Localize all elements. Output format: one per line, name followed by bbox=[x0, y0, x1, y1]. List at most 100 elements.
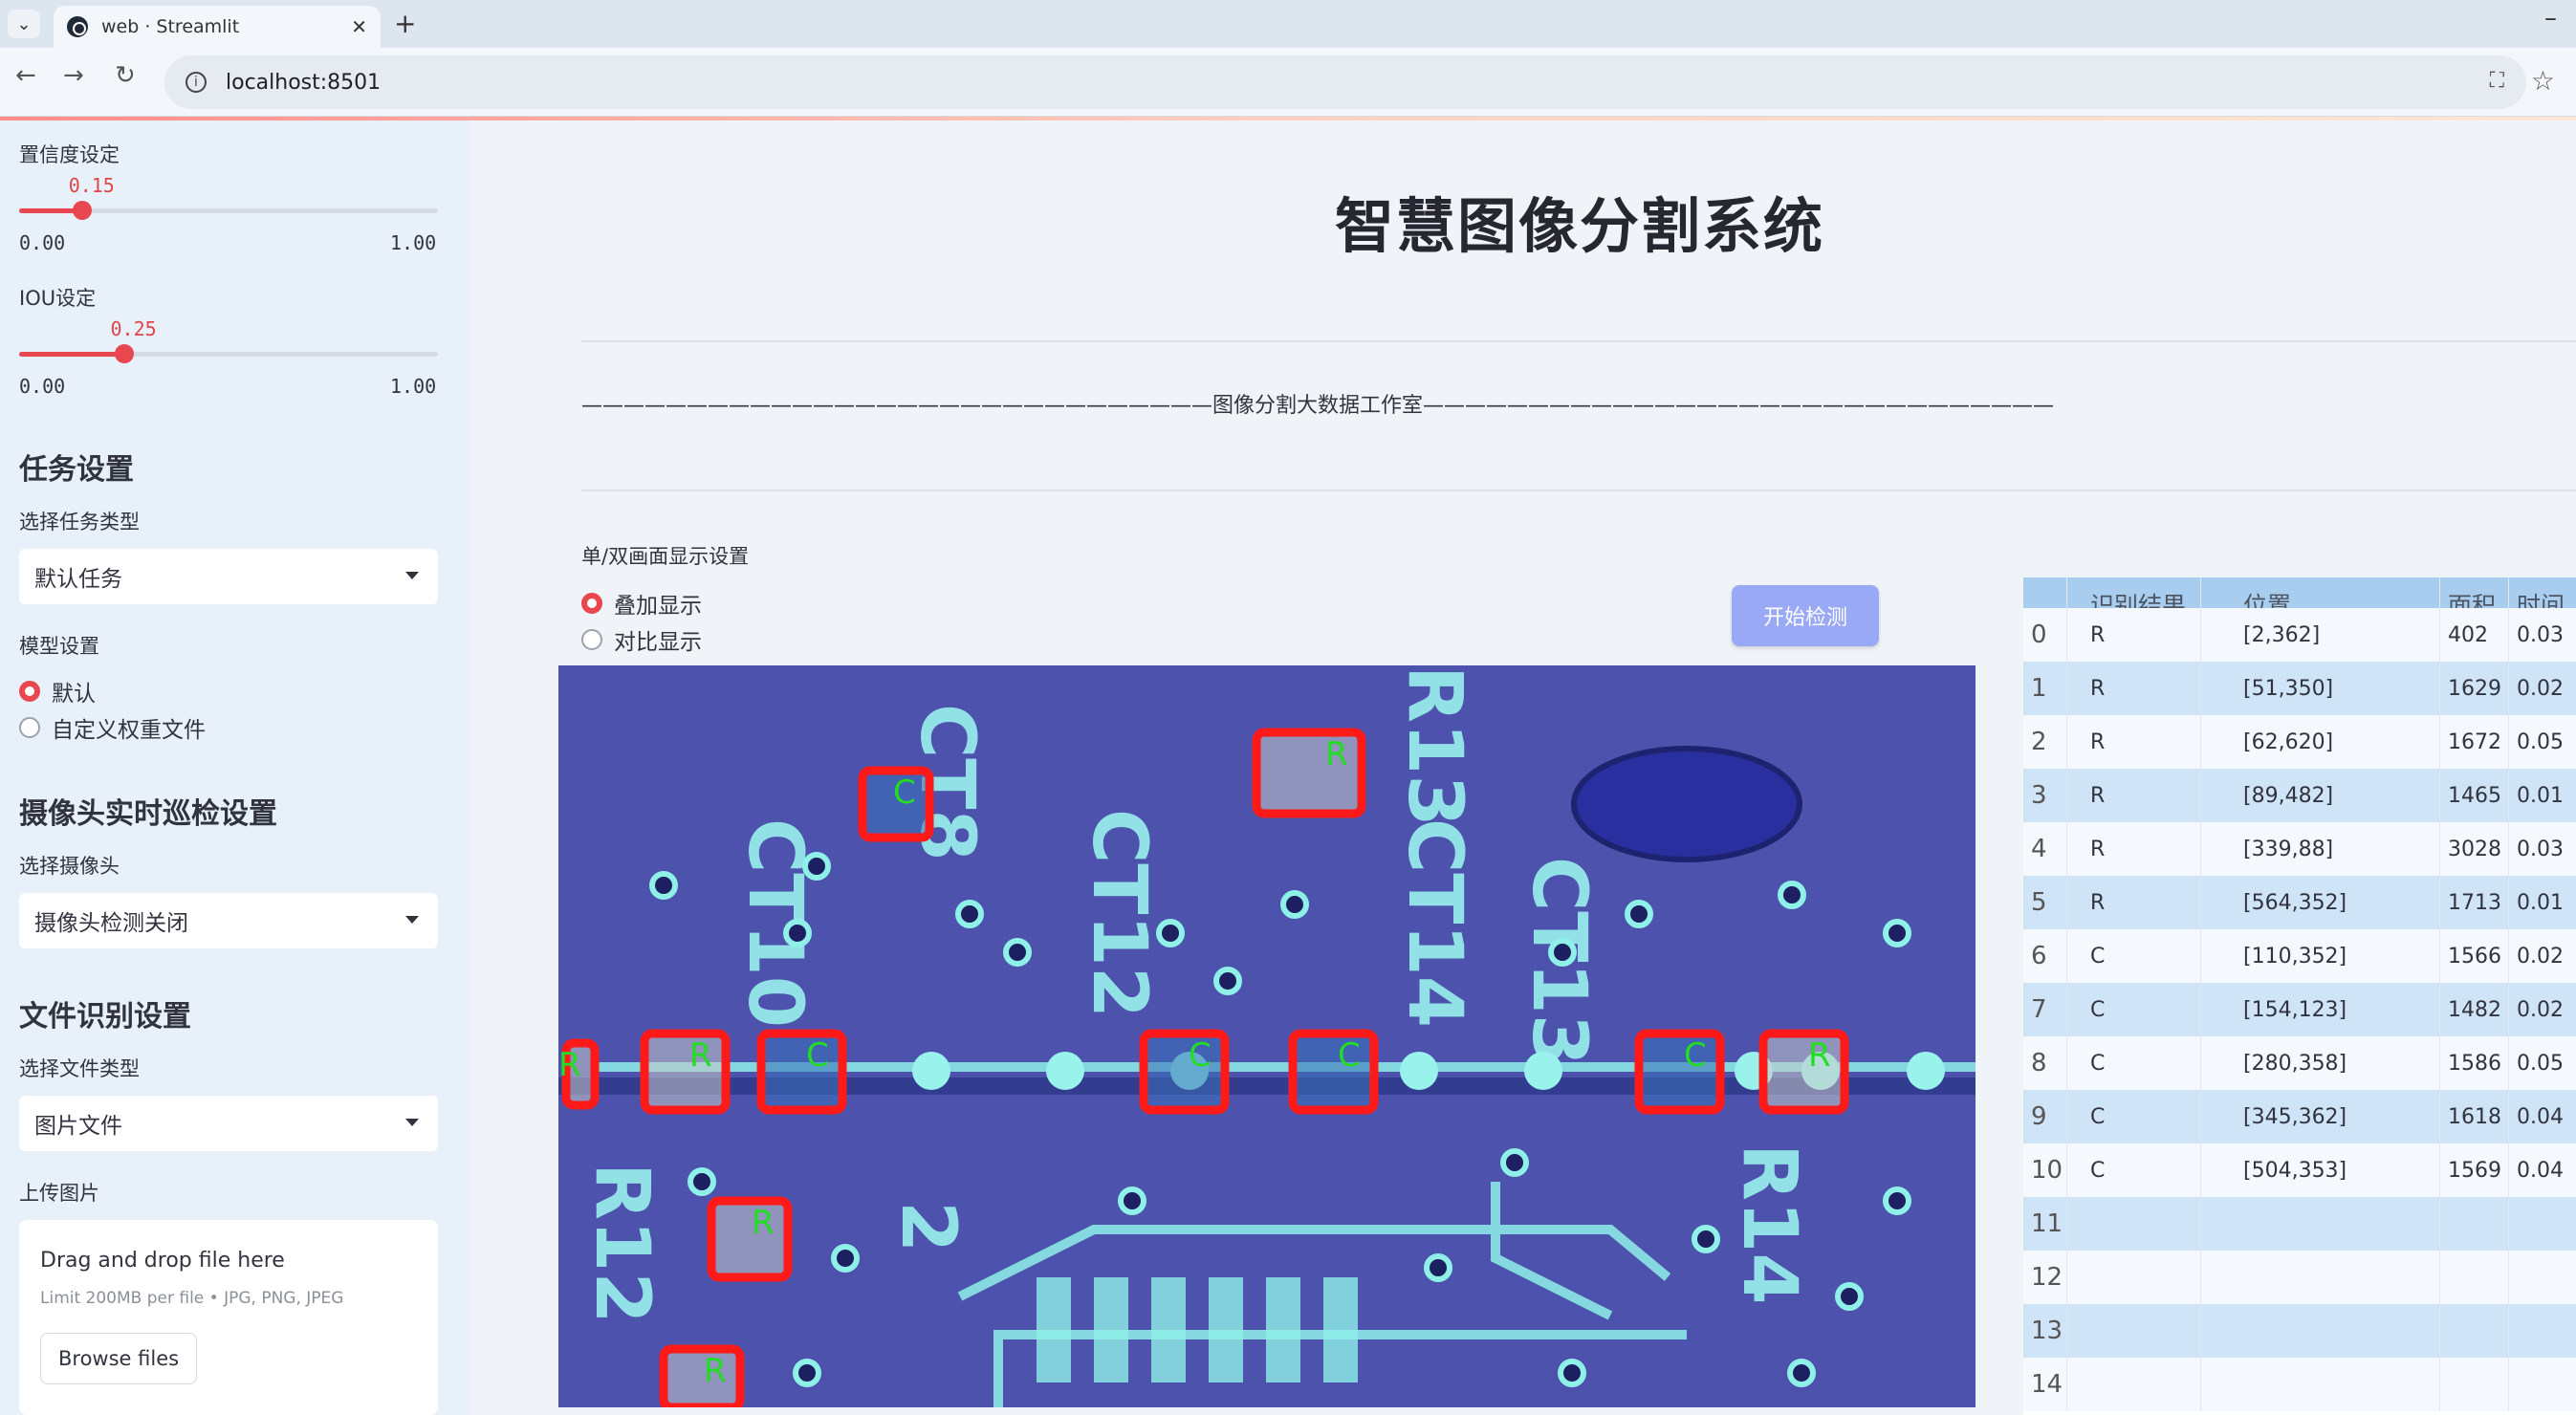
display-option-label: 叠加显示 bbox=[614, 594, 702, 619]
row-area bbox=[2440, 1304, 2509, 1358]
table-row[interactable]: 2 R [62,620] 1672 0.05 bbox=[2023, 715, 2576, 769]
minimize-window-button[interactable]: – bbox=[2544, 4, 2557, 33]
table-row[interactable]: 7 C [154,123] 1482 0.02 bbox=[2023, 983, 2576, 1036]
row-index: 10 bbox=[2023, 1143, 2067, 1197]
row-class bbox=[2067, 1251, 2201, 1304]
table-row[interactable]: 4 R [339,88] 3028 0.03 bbox=[2023, 822, 2576, 876]
studio-banner: ——————————————————————————————图像分割大数据工作室… bbox=[581, 394, 2055, 418]
iou-slider[interactable] bbox=[19, 344, 438, 363]
camera-select[interactable]: 摄像头检测关闭 bbox=[19, 893, 438, 948]
row-position: [2,362] bbox=[2201, 608, 2440, 662]
task-type-select[interactable]: 默认任务 bbox=[19, 549, 438, 604]
camera-section-heading: 摄像头实时巡检设置 bbox=[19, 797, 277, 831]
tab-title: web · Streamlit bbox=[101, 16, 240, 37]
row-area: 402 bbox=[2440, 608, 2509, 662]
iou-value: 0.25 bbox=[110, 317, 157, 340]
url-field[interactable]: i localhost:8501 bbox=[164, 55, 2526, 109]
row-class: R bbox=[2067, 822, 2201, 876]
row-area bbox=[2440, 1251, 2509, 1304]
new-tab-button[interactable]: + bbox=[394, 8, 416, 39]
table-row[interactable]: 9 C [345,362] 1618 0.04 bbox=[2023, 1090, 2576, 1143]
detection-label: R bbox=[689, 1036, 712, 1075]
table-row[interactable]: 14 bbox=[2023, 1358, 2576, 1411]
site-info-icon[interactable]: i bbox=[186, 72, 207, 93]
row-position: [564,352] bbox=[2201, 876, 2440, 929]
row-position: [110,352] bbox=[2201, 929, 2440, 983]
row-time: 0.04 bbox=[2509, 1143, 2576, 1197]
model-option-custom[interactable]: 自定义权重文件 bbox=[19, 711, 206, 744]
row-position: [89,482] bbox=[2201, 769, 2440, 822]
display-option-compare[interactable]: 对比显示 bbox=[581, 623, 702, 656]
row-class: C bbox=[2067, 1036, 2201, 1090]
browser-tab[interactable]: web · Streamlit ✕ bbox=[54, 6, 381, 48]
row-time: 0.04 bbox=[2509, 1090, 2576, 1143]
detection-label: R bbox=[558, 1046, 581, 1084]
detection-box bbox=[756, 1029, 847, 1115]
detection-label: C bbox=[1338, 1036, 1361, 1075]
confidence-slider-thumb[interactable] bbox=[72, 201, 92, 220]
confidence-min: 0.00 bbox=[19, 231, 66, 254]
row-class: R bbox=[2067, 769, 2201, 822]
bookmark-star-icon[interactable]: ☆ bbox=[2531, 65, 2555, 97]
table-row[interactable]: 1 R [51,350] 1629 0.02 bbox=[2023, 662, 2576, 715]
detection-label: R bbox=[1808, 1036, 1831, 1075]
detection-box bbox=[659, 1344, 745, 1407]
model-option-default[interactable]: 默认 bbox=[19, 675, 96, 708]
task-type-label: 选择任务类型 bbox=[19, 511, 140, 533]
detection-box bbox=[707, 1196, 793, 1282]
confidence-slider[interactable] bbox=[19, 201, 438, 220]
table-row[interactable]: 10 C [504,353] 1569 0.04 bbox=[2023, 1143, 2576, 1197]
file-dropzone[interactable]: Drag and drop file here Limit 200MB per … bbox=[19, 1220, 438, 1415]
row-position bbox=[2201, 1304, 2440, 1358]
table-row[interactable]: 3 R [89,482] 1465 0.01 bbox=[2023, 769, 2576, 822]
close-tab-icon[interactable]: ✕ bbox=[351, 15, 367, 38]
table-row[interactable]: 13 bbox=[2023, 1304, 2576, 1358]
row-position: [62,620] bbox=[2201, 715, 2440, 769]
row-time bbox=[2509, 1304, 2576, 1358]
iou-min: 0.00 bbox=[19, 375, 66, 398]
table-row[interactable]: 8 C [280,358] 1586 0.05 bbox=[2023, 1036, 2576, 1090]
svg-text:2: 2 bbox=[884, 1201, 971, 1252]
table-row[interactable]: 11 bbox=[2023, 1197, 2576, 1251]
row-position bbox=[2201, 1358, 2440, 1411]
url-text: localhost:8501 bbox=[226, 70, 382, 95]
row-area: 1586 bbox=[2440, 1036, 2509, 1090]
translate-icon[interactable]: ⛶ bbox=[2490, 69, 2504, 93]
tab-list-chevron-icon[interactable]: ⌄ bbox=[8, 10, 40, 38]
task-section-heading: 任务设置 bbox=[19, 453, 134, 487]
row-class: R bbox=[2067, 662, 2201, 715]
file-type-label: 选择文件类型 bbox=[19, 1057, 140, 1080]
browse-files-button[interactable]: Browse files bbox=[40, 1333, 198, 1384]
detection-label: C bbox=[893, 773, 916, 812]
confidence-value: 0.15 bbox=[68, 174, 115, 197]
display-mode-label: 单/双画面显示设置 bbox=[581, 545, 750, 568]
row-time: 0.02 bbox=[2509, 929, 2576, 983]
row-class: R bbox=[2067, 876, 2201, 929]
table-row[interactable]: 5 R [564,352] 1713 0.01 bbox=[2023, 876, 2576, 929]
task-type-value: 默认任务 bbox=[34, 567, 122, 592]
row-area: 1672 bbox=[2440, 715, 2509, 769]
row-position: [339,88] bbox=[2201, 822, 2440, 876]
row-position bbox=[2201, 1197, 2440, 1251]
detection-label: C bbox=[806, 1036, 829, 1075]
iou-max: 1.00 bbox=[390, 375, 437, 398]
table-row[interactable]: 6 C [110,352] 1566 0.02 bbox=[2023, 929, 2576, 983]
back-arrow-icon[interactable]: ← bbox=[15, 61, 36, 90]
model-option-label: 默认 bbox=[52, 682, 96, 707]
table-row[interactable]: 0 R [2,362] 402 0.03 bbox=[2023, 608, 2576, 662]
row-class: R bbox=[2067, 715, 2201, 769]
chevron-down-icon bbox=[405, 1119, 419, 1126]
forward-arrow-icon[interactable]: → bbox=[63, 61, 84, 90]
row-index: 4 bbox=[2023, 822, 2067, 876]
row-index: 5 bbox=[2023, 876, 2067, 929]
display-option-overlay[interactable]: 叠加显示 bbox=[581, 587, 702, 620]
table-row[interactable]: 12 bbox=[2023, 1251, 2576, 1304]
file-type-select[interactable]: 图片文件 bbox=[19, 1096, 438, 1151]
detection-result-image: CT8 CT10 CT12 R13 CT14 CT13 R14 R12 2 bbox=[558, 665, 1976, 1407]
iou-slider-thumb[interactable] bbox=[114, 344, 134, 363]
row-time: 0.03 bbox=[2509, 822, 2576, 876]
row-class: C bbox=[2067, 1090, 2201, 1143]
start-detection-button[interactable]: 开始检测 bbox=[1732, 585, 1879, 646]
reload-icon[interactable]: ↻ bbox=[115, 61, 136, 90]
detection-box bbox=[640, 1029, 731, 1115]
